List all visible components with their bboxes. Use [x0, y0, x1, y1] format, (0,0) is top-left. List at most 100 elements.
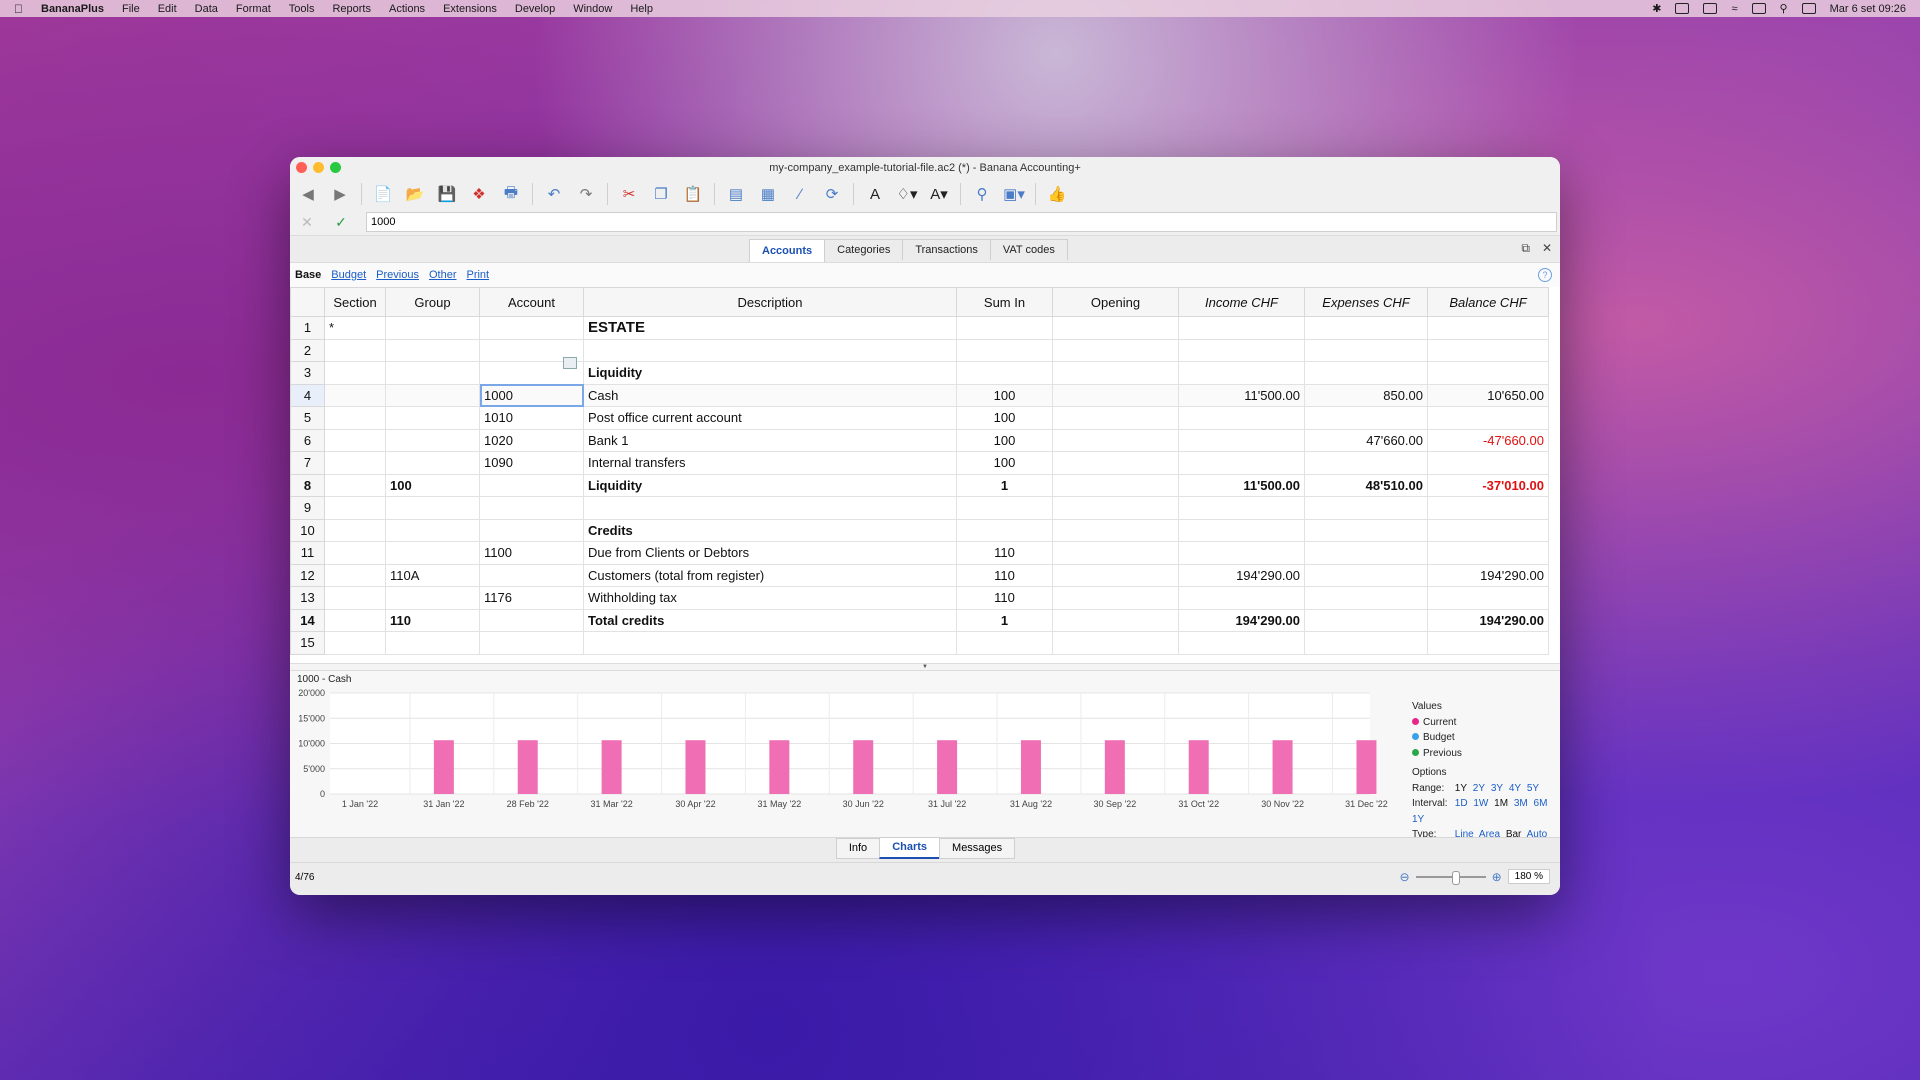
- col-header-group[interactable]: Group: [385, 287, 480, 317]
- cell-opening[interactable]: [1052, 451, 1179, 475]
- cell-balance[interactable]: 194'290.00: [1427, 563, 1549, 587]
- cell-sum-in[interactable]: [956, 518, 1053, 542]
- cell-group[interactable]: [385, 541, 480, 565]
- cell-balance[interactable]: [1427, 631, 1549, 655]
- range-3y[interactable]: 3Y: [1491, 783, 1503, 794]
- cell-description[interactable]: Withholding tax: [583, 586, 957, 610]
- cell-opening[interactable]: [1052, 406, 1179, 430]
- cell-group[interactable]: [385, 383, 480, 407]
- row-number[interactable]: 14: [290, 608, 325, 632]
- cell-account[interactable]: [479, 473, 584, 497]
- cell-expenses[interactable]: [1304, 406, 1428, 430]
- cell-income[interactable]: [1178, 361, 1305, 385]
- table-row[interactable]: 11 1100 Due from Clients or Debtors 110: [290, 541, 1549, 565]
- cell-group[interactable]: [385, 406, 480, 430]
- cell-group[interactable]: 100: [385, 473, 480, 497]
- cell-income[interactable]: [1178, 496, 1305, 520]
- row-number[interactable]: 5: [290, 406, 325, 430]
- cell-income[interactable]: [1178, 338, 1305, 362]
- cell-section[interactable]: [324, 406, 386, 430]
- cell-expenses[interactable]: 47'660.00: [1304, 428, 1428, 452]
- cell-description[interactable]: [583, 496, 957, 520]
- clock[interactable]: Mar 6 set 09:26: [1830, 3, 1906, 15]
- bluetooth-icon[interactable]: ✱: [1652, 2, 1661, 15]
- cell-balance[interactable]: 10'650.00: [1427, 383, 1549, 407]
- recheck-icon[interactable]: ⟳: [818, 182, 846, 206]
- cell-balance[interactable]: [1427, 338, 1549, 362]
- row-number[interactable]: 1: [290, 316, 325, 340]
- cell-description[interactable]: Credits: [583, 518, 957, 542]
- cell-section[interactable]: *: [324, 316, 386, 340]
- cell-income[interactable]: [1178, 541, 1305, 565]
- view-base[interactable]: Base: [295, 269, 321, 281]
- row-number[interactable]: 3: [290, 361, 325, 385]
- col-header-balance[interactable]: Balance CHF: [1427, 287, 1549, 317]
- cell-editor-input[interactable]: 1000: [366, 212, 1557, 232]
- cell-group[interactable]: [385, 451, 480, 475]
- fill-color-icon[interactable]: ♢▾: [893, 182, 921, 206]
- cell-balance[interactable]: 194'290.00: [1427, 608, 1549, 632]
- text-color-icon[interactable]: A▾: [925, 182, 953, 206]
- cell-income[interactable]: [1178, 428, 1305, 452]
- cell-sum-in[interactable]: [956, 496, 1053, 520]
- chart-bar[interactable]: [937, 740, 958, 794]
- table-row[interactable]: 13 1176 Withholding tax 110: [290, 586, 1549, 610]
- apple-icon[interactable]: : [14, 2, 23, 16]
- zoom-value[interactable]: 180 %: [1507, 869, 1550, 884]
- table-row[interactable]: 7 1090 Internal transfers 100: [290, 451, 1549, 475]
- cell-income[interactable]: 11'500.00: [1178, 473, 1305, 497]
- cell-sum-in[interactable]: 100: [956, 451, 1053, 475]
- cell-section[interactable]: [324, 473, 386, 497]
- cell-group[interactable]: [385, 361, 480, 385]
- cell-section[interactable]: [324, 631, 386, 655]
- cell-section[interactable]: [324, 541, 386, 565]
- minimize-window-button[interactable]: [313, 162, 324, 173]
- thumbs-up-icon[interactable]: 👍: [1043, 182, 1071, 206]
- menu-tools[interactable]: Tools: [289, 3, 315, 15]
- cell-sum-in[interactable]: 110: [956, 563, 1053, 587]
- cell-balance[interactable]: [1427, 518, 1549, 542]
- cell-sum-in[interactable]: 100: [956, 383, 1053, 407]
- tab-messages[interactable]: Messages: [939, 838, 1016, 859]
- cell-opening[interactable]: [1052, 496, 1179, 520]
- interval-1w[interactable]: 1W: [1473, 798, 1488, 809]
- cell-expenses[interactable]: [1304, 631, 1428, 655]
- col-header-income[interactable]: Income CHF: [1178, 287, 1305, 317]
- calendar-picker-icon[interactable]: [563, 357, 577, 369]
- chart-bar[interactable]: [1272, 740, 1293, 794]
- cell-opening[interactable]: [1052, 518, 1179, 542]
- save-icon[interactable]: 💾: [433, 182, 461, 206]
- detach-icon[interactable]: ⧉: [1521, 241, 1530, 256]
- cell-account[interactable]: 1176: [479, 586, 584, 610]
- menu-file[interactable]: File: [122, 3, 140, 15]
- window-layout-icon[interactable]: ▣▾: [1000, 182, 1028, 206]
- cell-expenses[interactable]: [1304, 316, 1428, 340]
- cell-opening[interactable]: [1052, 428, 1179, 452]
- cell-sum-in[interactable]: [956, 338, 1053, 362]
- menu-help[interactable]: Help: [630, 3, 653, 15]
- cell-group[interactable]: [385, 631, 480, 655]
- cell-group[interactable]: [385, 338, 480, 362]
- notification-icon[interactable]: [1801, 3, 1816, 14]
- cell-account[interactable]: [479, 518, 584, 542]
- row-number[interactable]: 8: [290, 473, 325, 497]
- legend-item-budget[interactable]: Budget: [1412, 730, 1560, 746]
- cell-description[interactable]: Total credits: [583, 608, 957, 632]
- zoom-slider[interactable]: [1415, 870, 1486, 885]
- cell-expenses[interactable]: [1304, 361, 1428, 385]
- interval-1y[interactable]: 1Y: [1412, 814, 1424, 825]
- cell-account[interactable]: [479, 316, 584, 340]
- cell-balance[interactable]: -47'660.00: [1427, 428, 1549, 452]
- cell-opening[interactable]: [1052, 586, 1179, 610]
- range-1y[interactable]: 1Y: [1455, 783, 1467, 794]
- interval-1m[interactable]: 1M: [1494, 798, 1508, 809]
- row-number[interactable]: 2: [290, 338, 325, 362]
- tab-categories[interactable]: Categories: [824, 239, 904, 260]
- undo-icon[interactable]: ↶: [540, 182, 568, 206]
- new-file-icon[interactable]: 📄: [369, 182, 397, 206]
- open-folder-icon[interactable]: 📂: [401, 182, 429, 206]
- cell-group[interactable]: [385, 316, 480, 340]
- row-number[interactable]: 10: [290, 518, 325, 542]
- cell-opening[interactable]: [1052, 608, 1179, 632]
- table-row[interactable]: 2: [290, 338, 1549, 362]
